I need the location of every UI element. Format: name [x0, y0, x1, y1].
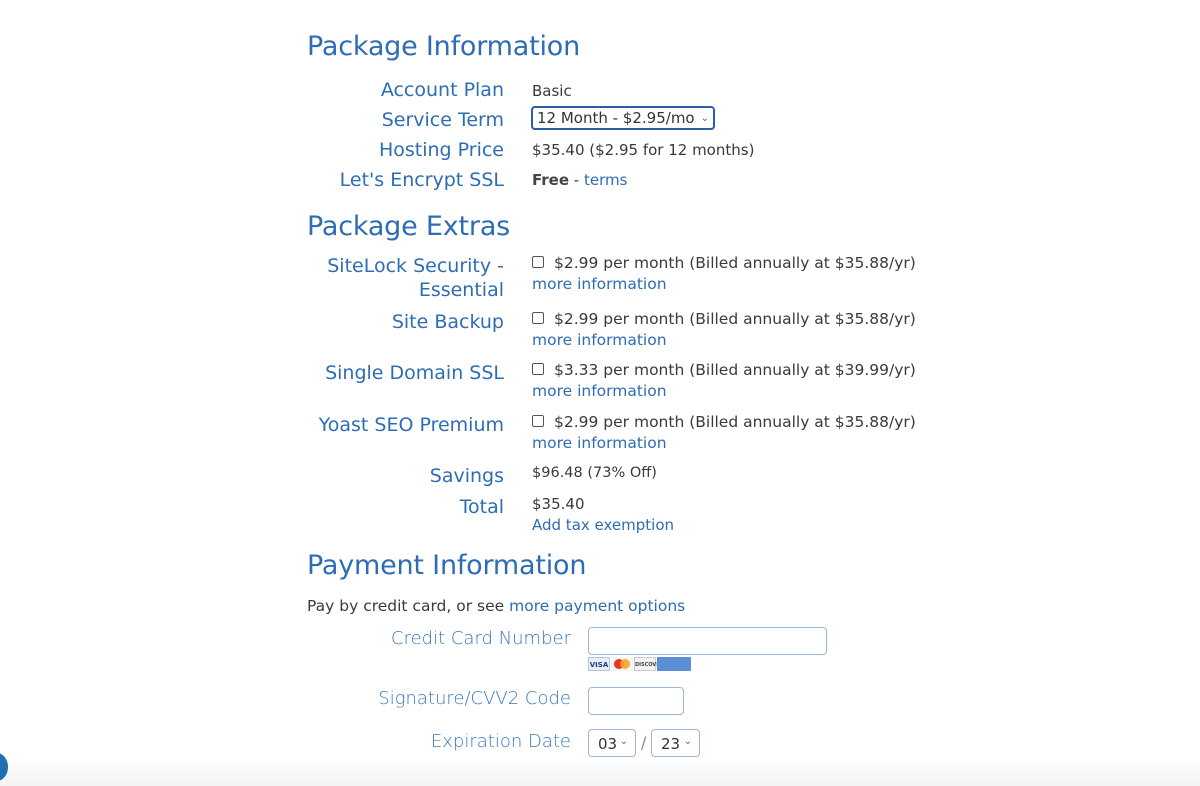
expiration-year-value: 23 — [661, 735, 681, 753]
credit-card-number-input[interactable] — [588, 627, 827, 655]
payment-intro: Pay by credit card, or see more payment … — [307, 597, 685, 615]
account-plan-label: Account Plan — [380, 79, 504, 101]
expiration-separator: / — [641, 733, 647, 752]
expiration-month-select[interactable]: 03 ⌄ — [588, 729, 636, 757]
service-term-select[interactable]: 12 Month - $2.95/mo ⌄ — [531, 106, 715, 130]
yoast-seo-checkbox[interactable] — [532, 415, 544, 427]
package-extras-title: Package Extras — [307, 211, 511, 242]
accepted-cards: VISA DISCOVER — [588, 657, 691, 671]
ssl-value: Free - terms — [532, 170, 627, 191]
savings-label: Savings — [429, 465, 504, 487]
single-domain-ssl-checkbox[interactable] — [532, 363, 544, 375]
cvv-label: Signature/CVV2 Code — [378, 688, 571, 709]
total-value: $35.40 — [532, 495, 585, 513]
payment-information-title: Payment Information — [307, 550, 587, 581]
amex-card-icon — [657, 657, 691, 671]
sitelock-more-information-link[interactable]: more information — [532, 274, 916, 295]
expiration-month-value: 03 — [598, 735, 618, 753]
hosting-price-label: Hosting Price — [378, 139, 504, 161]
yoast-seo-price: $2.99 per month (Billed annually at $35.… — [554, 413, 916, 431]
sitelock-checkbox[interactable] — [532, 256, 544, 268]
extra-label-site-backup: Site Backup — [391, 311, 504, 333]
more-payment-options-link[interactable]: more payment options — [509, 597, 685, 615]
add-tax-exemption-link[interactable]: Add tax exemption — [532, 515, 674, 536]
service-term-selected-value: 12 Month - $2.95/mo — [537, 109, 695, 127]
hosting-price-value: $35.40 ($2.95 for 12 months) — [532, 141, 755, 159]
package-information-title: Package Information — [307, 31, 580, 62]
savings-value: $96.48 (73% Off) — [532, 465, 657, 481]
sitelock-price: $2.99 per month (Billed annually at $35.… — [554, 254, 916, 272]
yoast-seo-more-information-link[interactable]: more information — [532, 433, 916, 454]
expiration-date-label: Expiration Date — [430, 731, 571, 752]
ssl-label: Let's Encrypt SSL — [339, 169, 504, 191]
site-backup-price: $2.99 per month (Billed annually at $35.… — [554, 310, 916, 328]
site-backup-checkbox[interactable] — [532, 312, 544, 324]
credit-card-number-label: Credit Card Number — [391, 628, 571, 649]
bottom-bar — [0, 758, 1200, 786]
ssl-free-text: Free — [532, 171, 570, 189]
account-plan-value: Basic — [532, 82, 572, 100]
ssl-terms-link[interactable]: terms — [584, 171, 627, 189]
extra-label-sitelock: SiteLock Security - Essential — [327, 255, 504, 301]
single-domain-ssl-price: $3.33 per month (Billed annually at $39.… — [554, 361, 916, 379]
chevron-down-icon: ⌄ — [700, 113, 709, 124]
extra-label-single-domain-ssl: Single Domain SSL — [325, 362, 504, 384]
discover-card-icon: DISCOVER — [634, 657, 664, 671]
expiration-year-select[interactable]: 23 ⌄ — [651, 729, 700, 757]
visa-card-icon: VISA — [588, 657, 610, 671]
ssl-separator: - — [569, 171, 584, 189]
total-label: Total — [459, 496, 504, 518]
chevron-down-icon: ⌄ — [683, 736, 692, 747]
mastercard-card-icon — [611, 657, 633, 671]
site-backup-more-information-link[interactable]: more information — [532, 330, 916, 351]
service-term-label: Service Term — [381, 109, 504, 131]
payment-intro-text: Pay by credit card, or see — [307, 597, 510, 615]
chevron-down-icon: ⌄ — [619, 736, 628, 747]
cvv-input[interactable] — [588, 687, 684, 715]
single-domain-ssl-more-information-link[interactable]: more information — [532, 381, 916, 402]
extra-label-yoast-seo: Yoast SEO Premium — [318, 414, 504, 436]
